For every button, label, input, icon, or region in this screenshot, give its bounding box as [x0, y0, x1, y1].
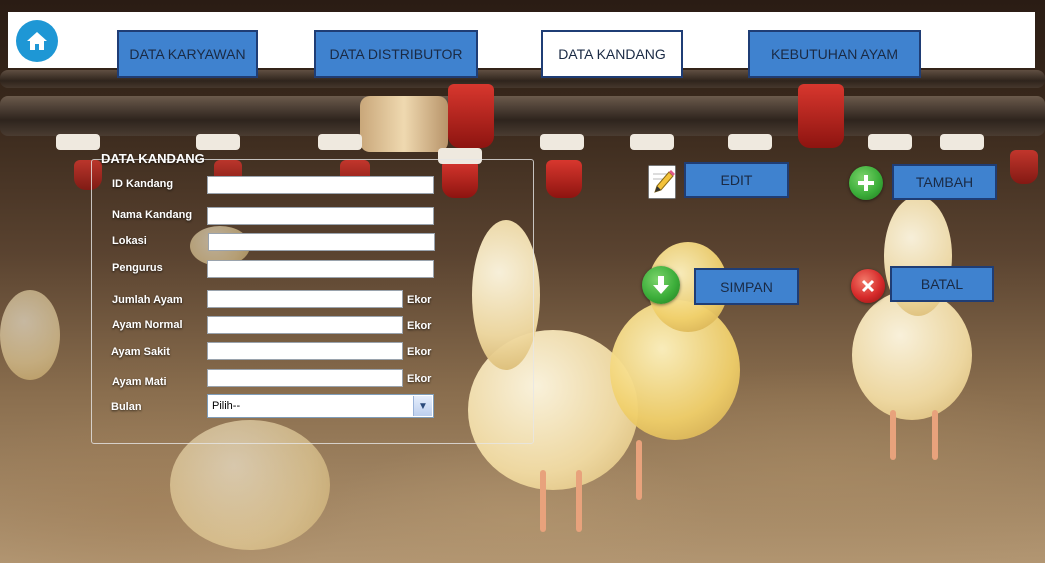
- pipe-collar: [360, 96, 448, 152]
- tab-data-kandang[interactable]: DATA KANDANG: [541, 30, 683, 78]
- unit-label: Ekor: [407, 373, 432, 385]
- nipple-cap: [630, 134, 674, 150]
- field-label: Lokasi: [112, 235, 147, 247]
- unit-label: Ekor: [407, 320, 432, 332]
- field-label: Bulan: [111, 401, 142, 413]
- edit-label: EDIT: [720, 172, 753, 188]
- field-label: Ayam Mati: [112, 376, 167, 388]
- chick: [0, 290, 60, 380]
- red-feeder: [448, 84, 494, 148]
- field-label: Ayam Sakit: [111, 346, 170, 358]
- nipple-cap: [56, 134, 100, 150]
- tab-label: KEBUTUHAN AYAM: [770, 46, 899, 62]
- nipple-cap: [728, 134, 772, 150]
- tambah-button[interactable]: TAMBAH: [892, 164, 997, 200]
- nipple-cap: [318, 134, 362, 150]
- nipple-cap: [196, 134, 240, 150]
- chick-leg: [636, 440, 642, 500]
- chick-leg: [932, 410, 938, 460]
- ayam-sakit-input[interactable]: [207, 342, 403, 360]
- bulan-select[interactable]: Pilih-- ▼: [207, 394, 434, 418]
- batal-label: BATAL: [920, 276, 964, 292]
- nipple-cap: [940, 134, 984, 150]
- edit-button[interactable]: EDIT: [684, 162, 789, 198]
- edit-icon[interactable]: [648, 165, 676, 199]
- field-label: ID Kandang: [112, 178, 174, 190]
- arrow-down-glyph: [653, 276, 669, 294]
- chick-leg: [540, 470, 546, 532]
- chick-leg: [576, 470, 582, 532]
- tab-kebutuhan-ayam[interactable]: KEBUTUHAN AYAM: [748, 30, 921, 78]
- tab-data-distributor[interactable]: DATA DISTRIBUTOR: [314, 30, 478, 78]
- tambah-label: TAMBAH: [915, 174, 974, 190]
- field-label: Ayam Normal: [112, 319, 183, 331]
- ayam-normal-input[interactable]: [207, 316, 403, 334]
- chick-leg: [890, 410, 896, 460]
- red-nipple: [1010, 150, 1038, 184]
- x-glyph: [861, 279, 875, 293]
- home-button[interactable]: [16, 20, 58, 62]
- lokasi-input[interactable]: [208, 233, 435, 251]
- id-kandang-input[interactable]: [207, 176, 434, 194]
- chevron-down-icon[interactable]: ▼: [413, 396, 432, 416]
- plus-glyph: [858, 175, 874, 191]
- plus-icon[interactable]: [849, 166, 883, 200]
- ayam-mati-input[interactable]: [207, 369, 403, 387]
- simpan-label: SIMPAN: [720, 278, 773, 295]
- red-feeder: [798, 84, 844, 148]
- field-label: Nama Kandang: [112, 209, 193, 221]
- download-icon[interactable]: [642, 266, 680, 304]
- red-nipple: [546, 160, 582, 198]
- field-label: Pengurus: [112, 262, 163, 274]
- tab-data-karyawan[interactable]: DATA KARYAWAN: [117, 30, 258, 78]
- pengurus-input[interactable]: [207, 260, 434, 278]
- field-label: Jumlah Ayam: [112, 294, 183, 306]
- close-icon[interactable]: [851, 269, 885, 303]
- pencil-graphic: [649, 166, 675, 198]
- nama-kandang-input[interactable]: [207, 207, 434, 225]
- nipple-cap: [540, 134, 584, 150]
- bulan-selected-value: Pilih--: [212, 400, 241, 412]
- batal-button[interactable]: BATAL: [890, 266, 994, 302]
- panel-title: DATA KANDANG: [101, 151, 205, 166]
- simpan-button[interactable]: SIMPAN: [694, 268, 799, 305]
- tab-label: DATA KARYAWAN: [129, 46, 246, 62]
- nipple-cap: [868, 134, 912, 150]
- unit-label: Ekor: [407, 346, 432, 358]
- unit-label: Ekor: [407, 294, 432, 306]
- feeder-pipe: [0, 96, 1045, 136]
- tab-label: DATA DISTRIBUTOR: [329, 46, 463, 62]
- tab-label: DATA KANDANG: [558, 46, 666, 62]
- home-icon: [27, 32, 47, 50]
- jumlah-ayam-input[interactable]: [207, 290, 403, 308]
